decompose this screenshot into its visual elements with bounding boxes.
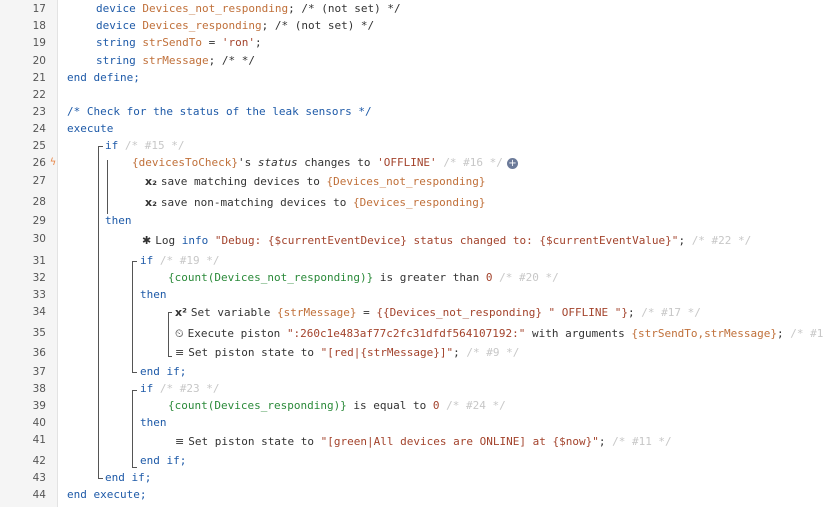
code-line-42[interactable]: end if;	[140, 454, 186, 468]
lightning-bolt-icon: ϟ	[50, 157, 57, 168]
code-line-29[interactable]: then	[105, 214, 132, 228]
align-left-icon: ≡	[175, 435, 185, 448]
code-line-19[interactable]: string strSendTo = 'ron';	[96, 36, 262, 50]
code-line-33[interactable]: then	[140, 288, 167, 302]
if-block-bracket	[98, 478, 103, 479]
superscript-x-icon: x²	[175, 306, 187, 319]
code-line-30[interactable]: ✱ Log info "Debug: {$currentEventDevice} …	[142, 234, 751, 248]
line-number: 26	[32, 157, 46, 169]
inner-if-bracket	[132, 467, 137, 468]
code-line-31[interactable]: if /* #19 */	[140, 254, 219, 268]
subscript-x-icon: x₂	[145, 196, 157, 209]
code-line-44[interactable]: end execute;	[67, 488, 146, 502]
line-number: 37	[32, 366, 46, 378]
line-number: 39	[32, 400, 46, 412]
line-number: 40	[32, 417, 46, 429]
line-number: 23	[32, 106, 46, 118]
line-number: 30	[32, 233, 46, 245]
code-line-36[interactable]: ≡ Set piston state to "[red|{strMessage}]…	[175, 346, 519, 360]
code-line-28[interactable]: x₂ save non-matching devices to {Devices_…	[145, 196, 485, 210]
line-number: 17	[32, 3, 46, 15]
inner-if-bracket	[132, 372, 137, 373]
code-line-20[interactable]: string strMessage; /* */	[96, 54, 255, 68]
line-number: 34	[32, 306, 46, 318]
statement-group-bracket	[168, 356, 172, 357]
statement-group-bracket	[168, 312, 172, 313]
line-number: 32	[32, 272, 46, 284]
line-number: 44	[32, 489, 46, 501]
if-block-bracket	[98, 146, 103, 147]
line-number: 21	[32, 72, 46, 84]
line-number: 22	[32, 89, 46, 101]
line-number: 36	[32, 347, 46, 359]
line-number: 25	[32, 140, 46, 152]
line-number: 38	[32, 383, 46, 395]
code-line-35[interactable]: ⏲ Execute piston ":260c1e483af77c2fc31dfd…	[175, 327, 823, 341]
align-left-icon: ≡	[175, 346, 185, 359]
code-line-39[interactable]: {count(Devices_responding)} is equal to …	[168, 399, 506, 413]
line-number: 24	[32, 123, 46, 135]
line-number: 31	[32, 255, 46, 267]
code-line-18[interactable]: device Devices_responding; /* (not set) …	[96, 19, 374, 33]
inner-if-bracket	[132, 390, 133, 467]
inner-if-bracket	[132, 390, 137, 391]
bug-icon: ✱	[142, 234, 152, 247]
line-number: 29	[32, 215, 46, 227]
code-line-32[interactable]: {count(Devices_not_responding)} is great…	[168, 271, 559, 285]
if-block-bracket	[98, 146, 99, 478]
line-number: 42	[32, 455, 46, 467]
code-line-41[interactable]: ≡ Set piston state to "[green|All devices…	[175, 435, 672, 449]
code-line-38[interactable]: if /* #23 */	[140, 382, 219, 396]
inner-if-bracket	[132, 261, 137, 262]
line-number: 18	[32, 20, 46, 32]
inner-if-bracket	[132, 261, 133, 372]
piston-code-editor: 17 18 19 20 21 22 23 24 25 26 ϟ 27 28 29…	[0, 0, 826, 507]
code-line-21[interactable]: end define;	[67, 71, 140, 85]
code-line-25[interactable]: if /* #15 */	[105, 139, 184, 153]
line-number: 41	[32, 434, 46, 446]
add-condition-button[interactable]: +	[506, 157, 518, 169]
code-line-37[interactable]: end if;	[140, 365, 186, 379]
line-number: 20	[32, 55, 46, 67]
code-line-34[interactable]: x² Set variable {strMessage} = {{Devices_…	[175, 306, 701, 320]
clock-icon: ⏲	[175, 327, 184, 340]
line-number: 28	[32, 196, 46, 208]
statement-group-bracket	[168, 312, 169, 356]
line-number: 27	[32, 175, 46, 187]
line-number: 19	[32, 37, 46, 49]
code-line-43[interactable]: end if;	[105, 471, 151, 485]
line-number: 35	[32, 327, 46, 339]
condition-block-bracket	[107, 160, 108, 214]
line-number: 43	[32, 472, 46, 484]
code-line-23[interactable]: /* Check for the status of the leak sens…	[67, 105, 372, 119]
code-line-40[interactable]: then	[140, 416, 167, 430]
code-line-24[interactable]: execute	[67, 122, 113, 136]
code-line-17[interactable]: device Devices_not_responding; /* (not s…	[96, 2, 401, 16]
subscript-x-icon: x₂	[145, 175, 157, 188]
code-line-26[interactable]: {devicesToCheck}'s status changes to 'OF…	[132, 156, 518, 170]
code-line-27[interactable]: x₂ save matching devices to {Devices_not_…	[145, 175, 485, 189]
line-number: 33	[32, 289, 46, 301]
